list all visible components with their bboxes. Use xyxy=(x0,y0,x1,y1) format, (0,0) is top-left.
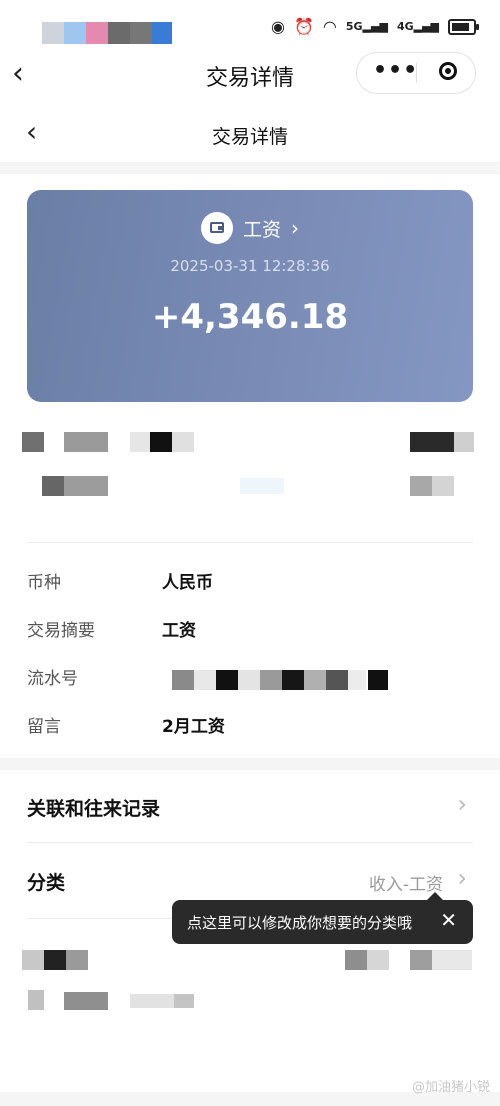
wallet-icon xyxy=(200,212,233,244)
page-header: ‹ 交易详情 xyxy=(0,106,500,162)
page-title: 交易详情 xyxy=(211,126,288,148)
battery-icon xyxy=(448,18,479,35)
blurred-region xyxy=(454,432,474,452)
more-icon[interactable]: ••• xyxy=(373,60,418,82)
blurred-region xyxy=(348,670,366,690)
detail-value: 人民币 xyxy=(162,573,213,593)
blurred-region xyxy=(130,994,174,1008)
blurred-region xyxy=(86,22,108,44)
tooltip-text: 点这里可以修改成你想要的分类哦 xyxy=(187,914,413,932)
status-icons: ◉ ⏰ ◠ 5G▂▄▆ 4G▂▄▆ xyxy=(271,17,479,36)
detail-label: 留言 xyxy=(27,717,61,737)
blurred-region xyxy=(66,950,88,970)
detail-value: 工资 xyxy=(162,621,196,641)
eye-icon: ◉ xyxy=(271,17,285,36)
chevron-right-icon: › xyxy=(457,864,467,892)
blurred-region xyxy=(432,476,454,496)
blurred-region xyxy=(130,432,150,452)
detail-value: 2月工资 xyxy=(162,717,225,737)
blurred-region xyxy=(44,950,66,970)
blurred-region xyxy=(28,990,44,1010)
blurred-region xyxy=(22,432,44,452)
blurred-region xyxy=(42,476,64,496)
blurred-region xyxy=(410,432,454,452)
blurred-region xyxy=(282,670,304,690)
section-gap xyxy=(0,758,500,770)
blurred-region xyxy=(64,476,108,496)
blurred-region xyxy=(194,670,216,690)
capsule-divider xyxy=(416,63,417,83)
wifi-icon: ◠ xyxy=(322,17,337,36)
blurred-region xyxy=(108,22,130,44)
category-row[interactable]: 分类 收入-工资 › xyxy=(27,862,473,902)
related-records-label: 关联和往来记录 xyxy=(27,798,161,820)
blurred-region xyxy=(152,22,172,44)
close-icon[interactable]: ✕ xyxy=(440,908,457,932)
blurred-region xyxy=(432,950,472,970)
category-row-label: 分类 xyxy=(27,872,66,894)
watermark: @加油猪小锐 xyxy=(411,1080,490,1095)
transaction-amount: +4,346.18 xyxy=(151,297,349,337)
signal-icon: 5G▂▄▆ xyxy=(345,20,388,33)
detail-label: 币种 xyxy=(27,573,61,593)
blurred-region xyxy=(240,478,284,494)
chevron-right-icon: › xyxy=(291,216,299,240)
blurred-region xyxy=(150,432,172,452)
blurred-region xyxy=(64,992,108,1010)
blurred-region xyxy=(326,670,348,690)
transaction-card: 工资 › 2025-03-31 12:28:36 +4,346.18 xyxy=(27,190,473,402)
blurred-region xyxy=(345,950,367,970)
blurred-region xyxy=(260,670,282,690)
blurred-region xyxy=(238,670,260,690)
blurred-region xyxy=(64,432,108,452)
signal-icon: 4G▂▄▆ xyxy=(396,20,439,33)
blurred-region xyxy=(410,950,432,970)
category-tooltip: 点这里可以修改成你想要的分类哦 ✕ xyxy=(172,892,473,944)
mini-program-capsule: ••• xyxy=(356,52,476,94)
divider xyxy=(27,842,473,843)
blurred-region xyxy=(174,994,194,1008)
chevron-right-icon: › xyxy=(457,790,467,818)
blurred-region xyxy=(410,476,432,496)
blurred-region xyxy=(304,670,326,690)
status-bar: ◉ ⏰ ◠ 5G▂▄▆ 4G▂▄▆ xyxy=(0,0,500,50)
blurred-region xyxy=(172,670,194,690)
divider xyxy=(27,542,473,543)
transaction-datetime: 2025-03-31 12:28:36 xyxy=(170,257,330,275)
close-target-icon[interactable] xyxy=(439,62,457,80)
app-bar: ‹ 交易详情 ••• xyxy=(0,50,500,100)
category-label: 工资 xyxy=(242,218,281,241)
blurred-region xyxy=(368,670,388,690)
blurred-region xyxy=(64,22,86,44)
blurred-region xyxy=(367,950,389,970)
detail-label: 交易摘要 xyxy=(27,621,95,641)
blurred-region xyxy=(172,432,194,452)
section-gap xyxy=(0,162,500,174)
detail-label: 流水号 xyxy=(27,669,78,689)
related-records-row[interactable]: 关联和往来记录 › xyxy=(27,788,473,828)
blurred-region xyxy=(216,670,238,690)
blurred-region xyxy=(42,22,64,44)
blurred-region xyxy=(130,22,152,44)
category-link[interactable]: 工资 › xyxy=(27,212,473,244)
alarm-icon: ⏰ xyxy=(293,17,314,36)
blurred-region xyxy=(22,950,44,970)
